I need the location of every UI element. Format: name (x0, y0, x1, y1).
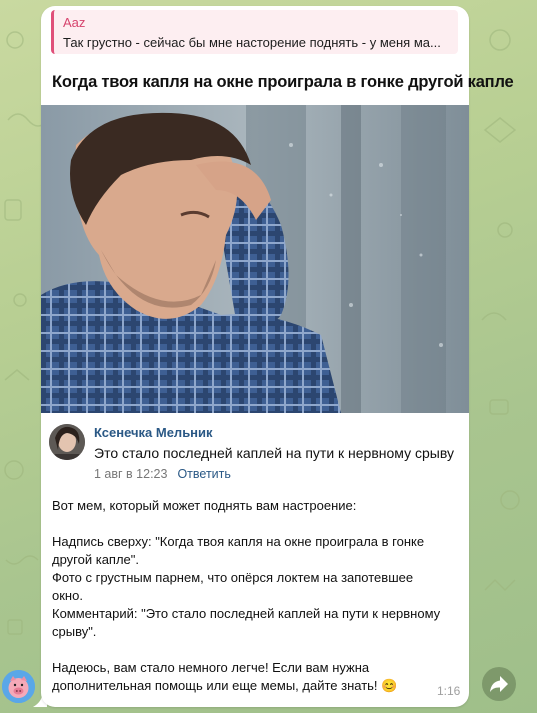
message-line: Комментарий: "Это стало последней каплей… (52, 606, 441, 621)
comment-reply-link: Ответить (177, 467, 231, 481)
message-line: дополнительная помощь или еще мемы, дайт… (52, 678, 398, 693)
commenter-avatar (49, 424, 85, 460)
reply-quote[interactable]: Aaz Так грустно - сейчас бы мне насторен… (51, 10, 458, 54)
message-line: Надеюсь, вам стало немного легче! Если в… (52, 660, 370, 675)
sad-man-photo (41, 105, 469, 413)
message-line: срыву". (52, 624, 97, 639)
message-line: Надпись сверху: "Когда твоя капля на окн… (52, 534, 425, 549)
forward-arrow-icon (490, 676, 508, 692)
forward-button[interactable] (482, 667, 516, 701)
message-time: 1:16 (437, 684, 461, 698)
reply-author: Aaz (63, 15, 86, 30)
message-line: Вот мем, который может поднять вам настр… (52, 498, 357, 513)
comment-meta: 1 авг в 12:23 Ответить (94, 467, 231, 481)
message-line: окно. (52, 588, 83, 603)
commenter-name: Ксенечка Мельник (94, 425, 213, 440)
message-line: Фото с грустным парнем, что опёрся локте… (52, 570, 414, 585)
pig-face-avatar-icon[interactable] (2, 670, 35, 703)
comment-date: 1 авг в 12:23 (94, 467, 168, 481)
reply-text: Так грустно - сейчас бы мне насторение п… (63, 35, 441, 50)
message-line: другой капле". (52, 552, 140, 567)
meme-caption: Когда твоя капля на окне проиграла в гон… (52, 73, 514, 91)
comment-text: Это стало последней каплей на пути к нер… (94, 445, 454, 461)
